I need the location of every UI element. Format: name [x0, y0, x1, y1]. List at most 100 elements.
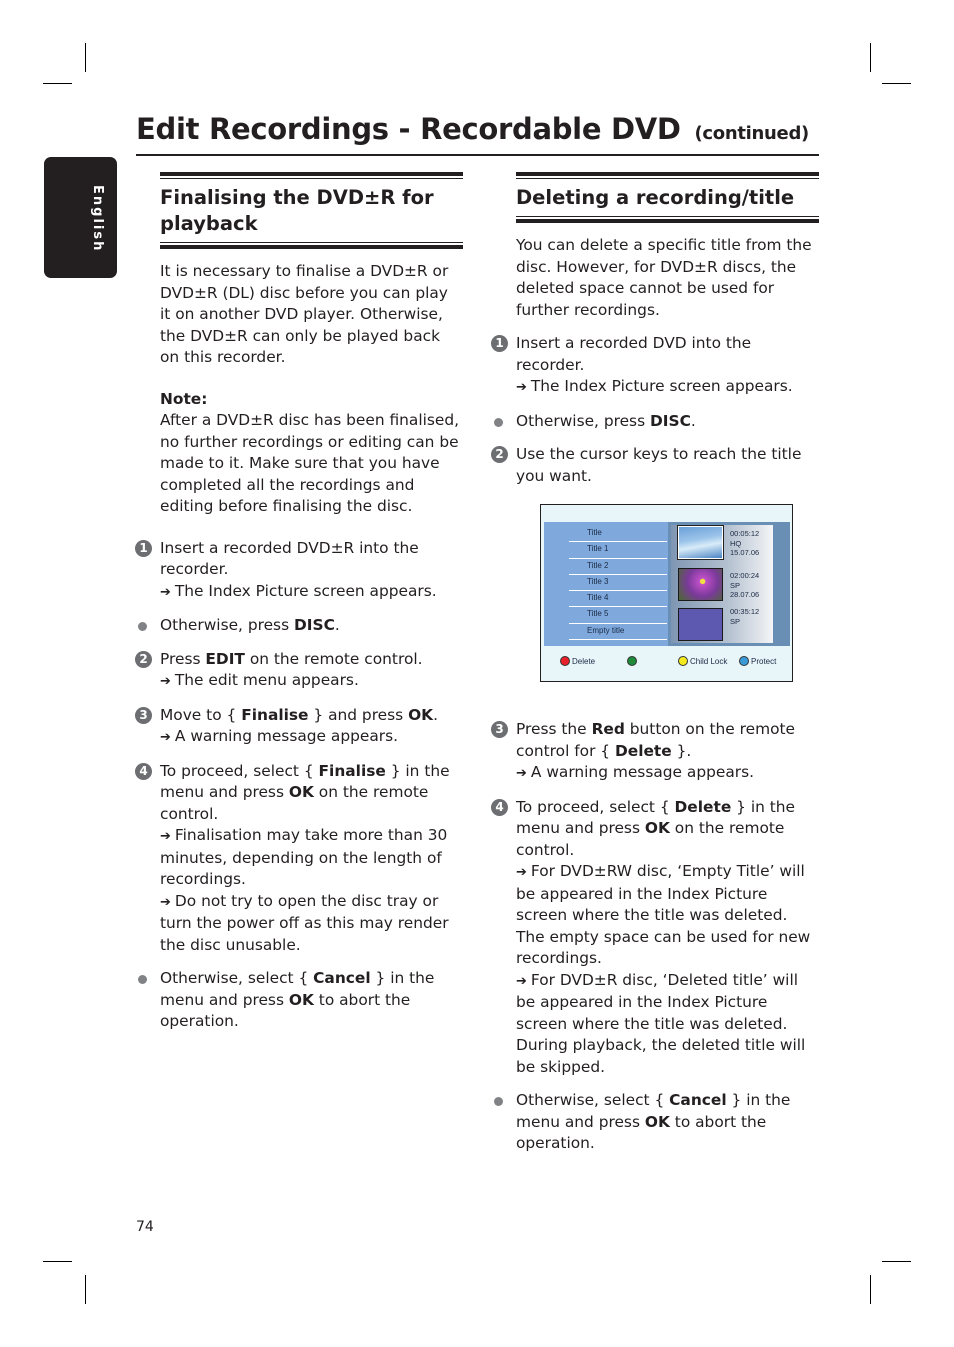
- arrow-right-icon: ➔: [160, 730, 171, 745]
- arrow-right-icon: ➔: [160, 894, 171, 910]
- result-text: Do not try to open the disc tray or turn…: [160, 891, 449, 954]
- step-number-icon: 1: [491, 335, 508, 352]
- text: To proceed, select {: [516, 797, 675, 816]
- result-text: The Index Picture screen appears.: [174, 581, 437, 600]
- page-title-text: Edit Recordings - Recordable DVD: [136, 112, 681, 146]
- duration: 00:05:12: [730, 529, 760, 538]
- title-list-item[interactable]: Title 2: [569, 559, 667, 575]
- step-number-icon: 2: [135, 650, 152, 668]
- step-result: ➔ A warning message appears.: [160, 726, 463, 749]
- step-number-icon: 4: [491, 798, 508, 816]
- arrow-right-icon: ➔: [160, 584, 171, 600]
- text: Otherwise, select {: [160, 969, 314, 987]
- emphasis: Cancel: [669, 1091, 727, 1109]
- emphasis: DISC: [650, 411, 691, 430]
- bullet-icon: [138, 975, 147, 984]
- page-number: 74: [136, 1219, 154, 1235]
- title-list-item[interactable]: Title: [569, 526, 667, 543]
- step-text: Otherwise, select { Cancel } in the menu…: [160, 968, 463, 1033]
- note-text: After a DVD±R disc has been finalised, n…: [160, 411, 460, 515]
- emphasis: Finalise: [241, 705, 309, 724]
- arrow-right-icon: ➔: [516, 865, 527, 880]
- emphasis: OK: [644, 819, 670, 837]
- divider: [160, 242, 463, 243]
- title-list-item[interactable]: Title 5: [569, 607, 667, 624]
- title-rule: [136, 154, 819, 156]
- bullet-item: Otherwise, press DISC.: [494, 411, 819, 433]
- emphasis: OK: [288, 990, 314, 1009]
- title-list: Title Title 1 Title 2 Title 3 Title 4 Title 5…: [569, 526, 667, 641]
- title-list-item[interactable]: Title 4: [569, 591, 667, 608]
- duration: 00:35:12: [730, 607, 760, 616]
- thumbnail-info: 00:05:12 HQ 15.07.06: [730, 529, 759, 558]
- divider: [160, 178, 463, 179]
- quality: SP: [730, 616, 741, 626]
- step-text: Press the Red button on the remote contr…: [516, 719, 819, 762]
- step-item: 4 To proceed, select { Delete } in the me…: [491, 797, 819, 1079]
- step-number-icon: 2: [491, 446, 508, 463]
- duration: 02:00:24: [730, 571, 760, 580]
- page-title: Edit Recordings - Recordable DVD (contin…: [136, 112, 809, 146]
- blue-button-icon: [739, 656, 749, 666]
- step-text: Insert a recorded DVD into the recorder.: [516, 333, 819, 376]
- step-list: 3 Press the Red button on the remote cont…: [491, 719, 819, 1155]
- divider: [516, 178, 819, 179]
- emphasis: Finalise: [318, 761, 386, 780]
- step-item: 3 Press the Red button on the remote cont…: [491, 719, 819, 785]
- divider: [160, 245, 463, 249]
- emphasis: Red: [591, 720, 625, 738]
- step-text: Otherwise, select { Cancel } in the menu…: [516, 1090, 819, 1155]
- bullet-icon: [138, 622, 147, 631]
- divider: [516, 172, 819, 176]
- title-list-item[interactable]: Title 1: [569, 542, 667, 559]
- title-list-item[interactable]: Title 3: [569, 575, 667, 592]
- date: 15.07.06: [730, 548, 760, 557]
- text: Insert a recorded DVD±R into the recorde…: [160, 538, 419, 579]
- text: Otherwise, select {: [516, 1091, 670, 1109]
- text: Otherwise, press: [160, 616, 294, 634]
- step-text: Otherwise, press DISC.: [160, 615, 463, 637]
- emphasis: OK: [644, 1112, 670, 1131]
- emphasis: Delete: [614, 741, 672, 760]
- step-text: To proceed, select { Delete } in the men…: [516, 797, 819, 862]
- emphasis: Cancel: [313, 969, 371, 987]
- step-result: ➔ For DVD±RW disc, ‘Empty Title’ will be …: [516, 861, 819, 970]
- step-text: Use the cursor keys to reach the title y…: [516, 444, 819, 487]
- emphasis: OK: [408, 705, 434, 724]
- finalising-section: Finalising the DVD±R for playback It is …: [135, 172, 463, 1033]
- page-title-suffix: (continued): [694, 123, 809, 144]
- text: Move to {: [160, 705, 242, 724]
- crop-mark: [43, 83, 72, 84]
- legend-label: Child Lock: [690, 656, 728, 666]
- title-list-item[interactable]: Empty title: [569, 624, 667, 641]
- thumbnail-info: 00:35:12 SP: [730, 607, 759, 626]
- divider: [516, 216, 819, 217]
- text: Press the: [516, 720, 592, 738]
- step-result: ➔ Do not try to open the disc tray or tur…: [160, 891, 463, 957]
- section-heading: Finalising the DVD±R for playback: [160, 186, 434, 235]
- bullet-item: Otherwise, select { Cancel } in the menu…: [494, 1090, 819, 1155]
- arrow-right-icon: ➔: [160, 829, 171, 844]
- text: Use the cursor keys to reach the title y…: [516, 445, 802, 485]
- section-heading: Deleting a recording/title: [516, 186, 795, 209]
- crop-mark: [870, 1275, 871, 1304]
- step-result: ➔ For DVD±R disc, ‘Deleted title’ will be…: [516, 970, 819, 1079]
- language-tab-label: English: [90, 185, 105, 253]
- emphasis: Delete: [674, 797, 732, 816]
- legend-child-lock: Child Lock: [678, 656, 727, 666]
- step-item: 3 Move to { Finalise } and press OK. ➔ A wa…: [135, 705, 463, 749]
- legend-label: Delete: [572, 656, 596, 666]
- result-text: The Index Picture screen appears.: [530, 377, 793, 395]
- quality: HQ: [730, 538, 742, 548]
- text: .: [334, 616, 340, 634]
- section-header: Deleting a recording/title: [516, 172, 819, 223]
- legend-delete: Delete: [560, 656, 595, 666]
- index-picture-screen: Title Title 1 Title 2 Title 3 Title 4 Title 5…: [540, 504, 793, 682]
- legend-label: Protect: [751, 656, 777, 666]
- step-number-icon: 1: [135, 539, 152, 557]
- step-item: 1 Insert a recorded DVD into the recorder…: [491, 333, 819, 399]
- crop-mark: [882, 83, 911, 84]
- bullet-item: Otherwise, press DISC.: [138, 615, 463, 637]
- crop-mark: [85, 1275, 86, 1304]
- text: .: [433, 705, 439, 724]
